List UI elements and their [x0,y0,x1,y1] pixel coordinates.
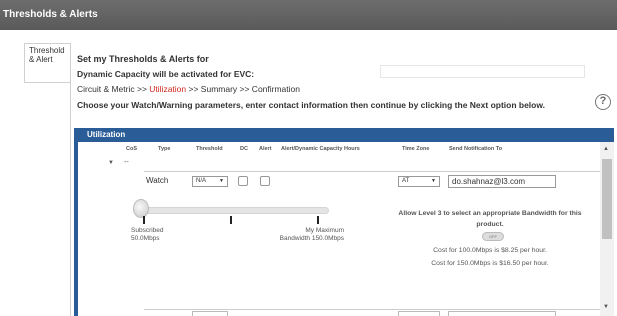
threshold-select[interactable]: N/A ▼ [192,176,228,187]
col-header-notify: Send Notification To [449,146,503,152]
breadcrumb-step-rest: >> Summary >> Confirmation [186,84,301,94]
col-header-hours: Alert/Dynamic Capacity Hours [281,146,360,152]
scroll-down-icon[interactable]: ▼ [603,304,609,310]
evc-field [380,65,585,78]
instructions: Choose your Watch/Warning parameters, en… [77,100,546,110]
col-header-type: Type [158,146,171,152]
allow-level3-text: Allow Level 3 to select an appropriate B… [398,210,582,228]
triangle-down-icon[interactable]: ▼ [108,160,114,166]
panel-border [74,142,78,316]
slider-tick [317,216,319,224]
group-label: -- [124,159,129,166]
slider-tick [230,216,232,224]
question-mark-icon[interactable]: ? [595,94,611,110]
dc-checkbox[interactable] [238,176,248,186]
bandwidth-slider-handle[interactable] [133,199,149,218]
window-title: Thresholds & Alerts [0,0,617,30]
slider-min-label: Subscribed 50.0Mbps [131,227,164,243]
cost-text-100: Cost for 100.0Mbps is $8.25 per hour. [433,247,547,254]
bandwidth-slider-track[interactable] [133,207,329,214]
slider-min-label-line2: 50.0Mbps [131,235,160,242]
tab-divider [70,43,71,316]
breadcrumb-step-utilization: Utilization [149,84,187,94]
threshold-value: N/A [196,178,207,184]
chevron-down-icon: ▼ [431,178,436,184]
cost-text-150: Cost for 150.0Mbps is $16.50 per hour. [431,260,549,267]
evc-heading: Dynamic Capacity will be activated for E… [77,69,255,79]
breadcrumb: Circuit & Metric >> Utilization >> Summa… [77,84,300,94]
scroll-up-icon[interactable]: ▲ [603,146,609,152]
panel-title: Utilization [74,128,614,142]
row-divider [144,309,600,310]
threshold-select-row2[interactable] [192,311,228,316]
row-type: Watch [146,176,169,185]
scroll-thumb[interactable] [602,159,612,239]
slider-max-label-line1: My Maximum [305,227,344,234]
chevron-down-icon: ▼ [219,178,224,184]
scrollbar[interactable]: ▲ ▼ [600,142,614,316]
slider-tick [143,216,145,224]
col-header-alert: Alert [259,146,272,152]
slider-max-label: My Maximum Bandwidth 150.0Mbps [254,227,344,243]
page-heading: Set my Thresholds & Alerts for [77,54,209,64]
timezone-select[interactable]: AT ▼ [398,176,440,187]
tab-threshold-alert[interactable]: Threshold & Alert [24,43,70,83]
breadcrumb-step-circuit: Circuit & Metric >> [77,84,150,94]
col-header-dc: DC [240,146,248,152]
col-header-cos: CoS [126,146,137,152]
allow-toggle[interactable]: OFF [482,232,504,241]
notify-email-input-row2[interactable] [448,311,556,316]
row-divider [144,171,600,172]
timezone-select-row2[interactable] [398,311,440,316]
col-header-timezone: Time Zone [402,146,430,152]
col-header-threshold: Threshold [196,146,223,152]
slider-max-label-line2: Bandwidth 150.0Mbps [279,235,344,242]
slider-min-label-line1: Subscribed [131,227,164,234]
timezone-value: AT [402,178,410,184]
notify-email-input[interactable]: do.shahnaz@l3.com [448,175,556,188]
alert-checkbox[interactable] [260,176,270,186]
